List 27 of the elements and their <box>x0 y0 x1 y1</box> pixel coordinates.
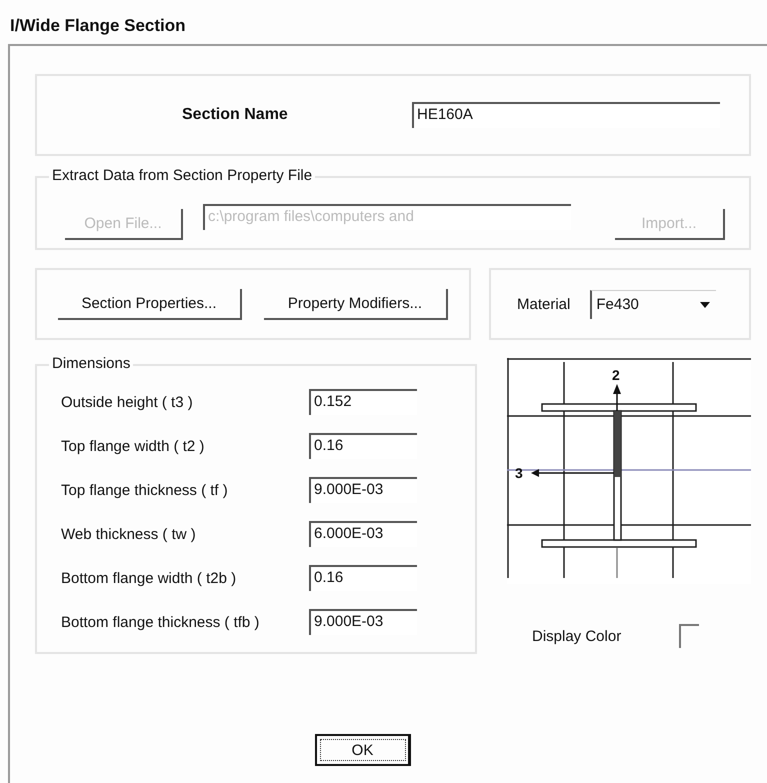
dimension-field[interactable]: 9.000E-03 <box>309 477 417 503</box>
dimension-label: Outside height ( t3 ) <box>61 394 194 410</box>
dimension-field[interactable]: 0.16 <box>309 433 417 459</box>
dimension-field[interactable]: 0.16 <box>309 565 417 591</box>
dimension-field[interactable]: 9.000E-03 <box>309 609 417 635</box>
material-label: Material <box>517 296 570 312</box>
axis-arrow <box>613 384 621 411</box>
section-name-field[interactable]: HE160A <box>412 102 720 128</box>
axis-label: 2 <box>612 367 620 383</box>
dimension-label: Top flange width ( t2 ) <box>61 438 206 454</box>
dimension-label: Web thickness ( tw ) <box>61 526 197 542</box>
axis-label: 3 <box>515 465 523 481</box>
color-swatch[interactable] <box>679 624 700 648</box>
property-button[interactable]: Section Properties... <box>58 288 242 320</box>
dimension-label: Top flange thickness ( tf ) <box>61 482 229 498</box>
window-title: I/Wide Flange Section <box>9 15 187 37</box>
display-color-label: Display Color <box>532 628 622 644</box>
dimension-field[interactable]: 0.152 <box>309 389 417 415</box>
material-dropdown[interactable]: Fe430 <box>590 290 716 318</box>
section-name-label: Section Name <box>182 106 289 124</box>
dimension-label: Bottom flange width ( t2b ) <box>61 570 238 586</box>
group-title: Extract Data from Section Property File <box>49 167 316 184</box>
dropdown-arrow-icon <box>698 300 712 310</box>
property-button[interactable]: Property Modifiers... <box>264 288 448 320</box>
dimension-field[interactable]: 6.000E-03 <box>309 521 417 547</box>
dimension-label: Bottom flange thickness ( tfb ) <box>61 614 260 630</box>
ok-button[interactable]: OK <box>315 734 411 766</box>
